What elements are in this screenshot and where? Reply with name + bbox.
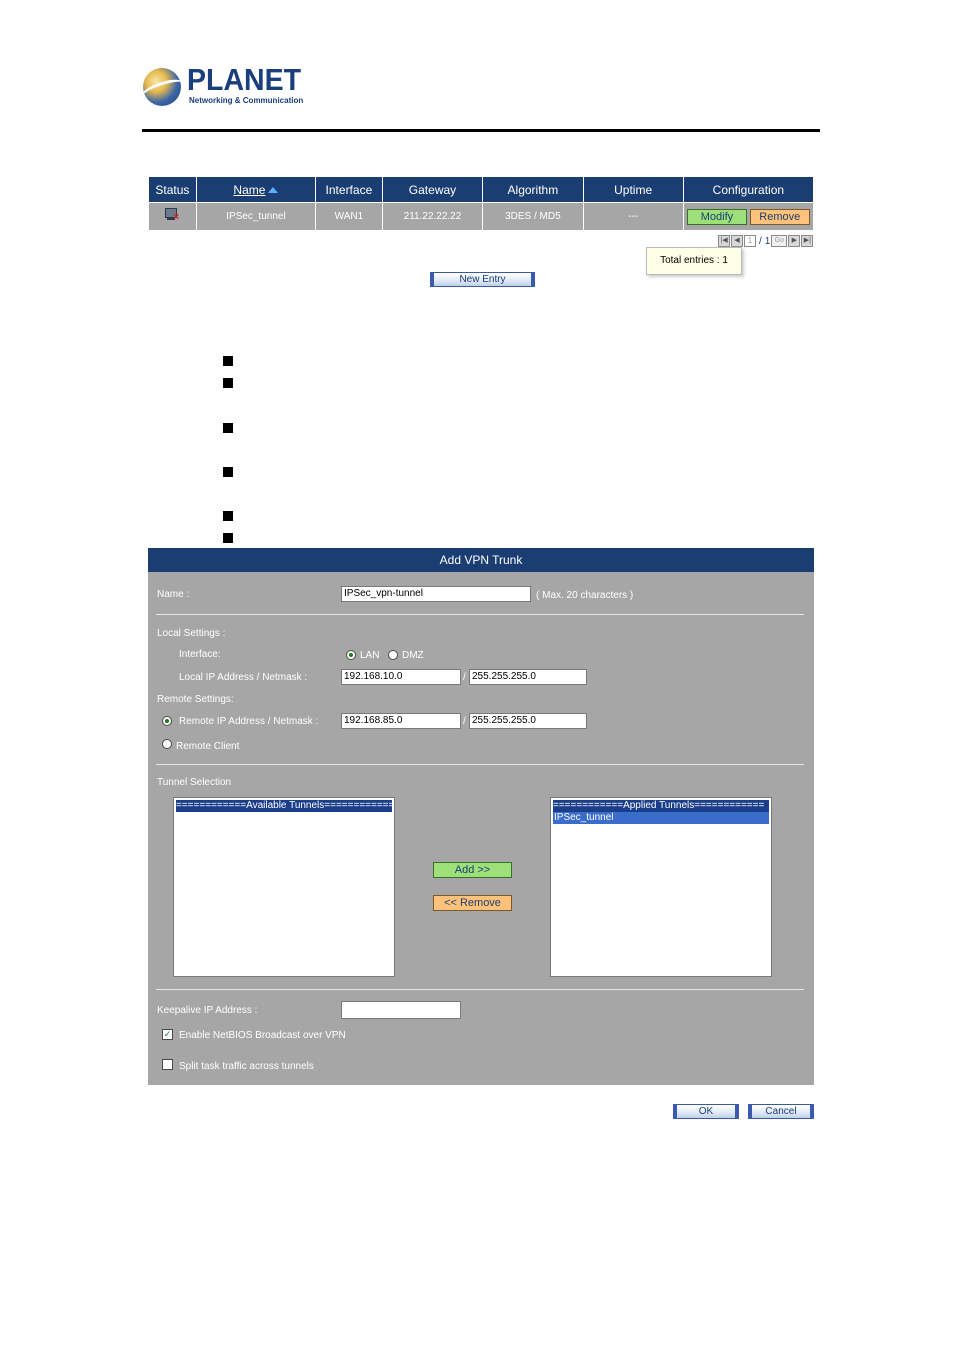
prev-page-icon[interactable]: ◀ (731, 235, 743, 247)
logo-title: PLANET (187, 62, 302, 97)
interface-dmz-label: DMZ (402, 650, 424, 661)
local-netmask-input[interactable] (469, 669, 587, 685)
page-separator: / (759, 235, 762, 247)
last-page-icon[interactable]: ▶| (801, 235, 814, 247)
pager: |◀ ◀ 1 / 1 Go ▶ ▶| (718, 235, 814, 247)
col-name-label[interactable]: Name (233, 183, 265, 197)
remote-slash: / (463, 716, 466, 727)
tunnel-table: Status Name Interface Gateway Algorithm … (148, 176, 815, 231)
remote-ip-radio[interactable] (162, 716, 172, 726)
col-configuration: Configuration (682, 176, 815, 203)
divider (156, 614, 804, 615)
status-cell: × (148, 202, 197, 231)
new-entry-button[interactable]: New Entry (430, 272, 535, 287)
remote-settings-label: Remote Settings: (157, 694, 234, 705)
bullet-6 (223, 533, 233, 543)
remote-ip-input[interactable] (341, 713, 461, 729)
keepalive-input[interactable] (341, 1001, 461, 1019)
col-algorithm: Algorithm (482, 176, 584, 203)
bullet-1 (223, 356, 233, 366)
col-interface: Interface (315, 176, 383, 203)
applied-tunnels-list[interactable]: ============Applied Tunnels============ … (550, 797, 772, 977)
local-slash: / (463, 672, 466, 683)
go-button[interactable]: Go (771, 235, 788, 247)
applied-tunnels-header: ============Applied Tunnels============ (553, 800, 769, 812)
remove-button[interactable]: Remove (749, 208, 810, 225)
sort-ascending-icon[interactable] (268, 187, 279, 194)
interface-dmz-radio[interactable] (388, 650, 398, 660)
total-pages: 1 (764, 235, 771, 247)
col-name[interactable]: Name (195, 176, 317, 203)
local-settings-label: Local Settings : (157, 628, 226, 639)
first-page-icon[interactable]: |◀ (718, 235, 730, 247)
keepalive-label: Keepalive IP Address : (157, 1005, 258, 1016)
bullet-5 (223, 511, 233, 521)
tunnel-gateway: 211.22.22.22 (381, 202, 484, 231)
cancel-button[interactable]: Cancel (748, 1104, 814, 1119)
col-uptime: Uptime (582, 176, 684, 203)
tunnel-uptime: --- (582, 202, 684, 231)
remote-netmask-input[interactable] (469, 713, 587, 729)
list-item[interactable]: IPSec_tunnel (553, 812, 769, 824)
name-label: Name : (157, 589, 190, 600)
col-status: Status (148, 176, 197, 203)
available-tunnels-header: ============Available Tunnels===========… (176, 800, 392, 812)
bullet-2 (223, 378, 233, 388)
netbios-label: Enable NetBIOS Broadcast over VPN (179, 1030, 346, 1041)
configuration-cell: Modify Remove (682, 202, 815, 231)
remote-ip-label: Remote IP Address / Netmask : (179, 716, 319, 727)
next-page-icon[interactable]: ▶ (788, 235, 801, 247)
total-entries-tooltip: Total entries : 1 (646, 247, 742, 275)
tunnel-algorithm: 3DES / MD5 (482, 202, 584, 231)
ok-button[interactable]: OK (673, 1104, 739, 1119)
local-ip-input[interactable] (341, 669, 461, 685)
available-tunnels-list[interactable]: ============Available Tunnels===========… (173, 797, 395, 977)
add-tunnel-button[interactable]: Add >> (433, 862, 512, 878)
tunnel-name: IPSec_tunnel (195, 202, 317, 231)
page-input[interactable]: 1 (744, 235, 756, 247)
name-input[interactable] (341, 586, 531, 602)
split-traffic-checkbox[interactable] (162, 1059, 173, 1070)
name-hint: ( Max. 20 characters ) (536, 590, 634, 601)
add-vpn-trunk-panel: Add VPN Trunk Name : ( Max. 20 character… (148, 548, 814, 1085)
local-ip-label: Local IP Address / Netmask : (179, 672, 308, 683)
col-gateway: Gateway (381, 176, 484, 203)
table-header-row: Status Name Interface Gateway Algorithm … (148, 176, 815, 203)
remove-tunnel-button[interactable]: << Remove (433, 895, 512, 911)
netbios-checkbox[interactable]: ✓ (162, 1029, 173, 1040)
bullet-4 (223, 467, 233, 477)
remote-client-label: Remote Client (176, 741, 240, 752)
interface-lan-radio[interactable] (346, 650, 356, 660)
header-rule (142, 129, 820, 132)
panel-title: Add VPN Trunk (148, 548, 814, 572)
disconnected-status-icon: × (164, 208, 180, 223)
table-row: × IPSec_tunnel WAN1 211.22.22.22 3DES / … (148, 202, 815, 231)
interface-label: Interface: (179, 649, 221, 660)
tunnel-interface: WAN1 (315, 202, 383, 231)
tunnel-selection-label: Tunnel Selection (157, 777, 232, 788)
divider (156, 989, 804, 990)
logo-subtitle: Networking & Communication (189, 96, 304, 105)
bullet-3 (223, 423, 233, 433)
remote-client-radio[interactable] (162, 739, 172, 749)
interface-lan-label: LAN (360, 650, 380, 661)
split-traffic-label: Split task traffic across tunnels (179, 1061, 314, 1072)
modify-button[interactable]: Modify (686, 208, 747, 225)
divider (156, 764, 804, 765)
